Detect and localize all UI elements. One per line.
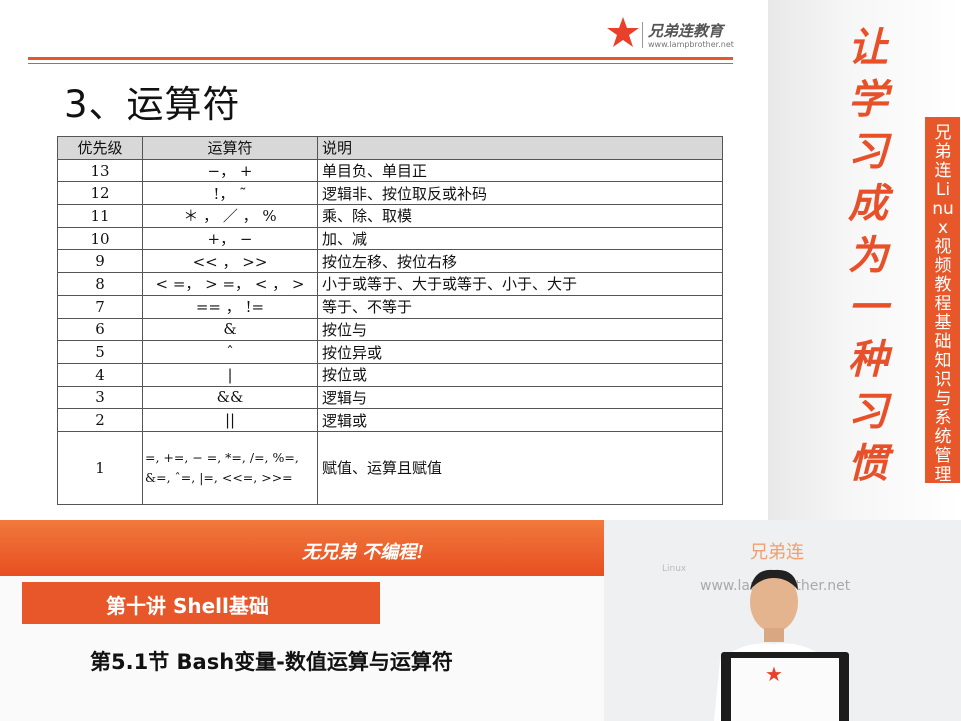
star-logo-icon [607,17,639,47]
cell-operator: == ， != [142,294,318,319]
logo-brand-name: 兄弟连教育 [648,22,724,40]
header-operator: 运算符 [142,136,318,160]
logo-separator [642,22,643,48]
cell-priority: 9 [57,249,143,274]
cell-operator: +， − [142,226,318,251]
cell-priority: 3 [57,385,143,410]
table-row: 2 || 逻辑或 [57,408,723,432]
cell-description: 按位与 [317,317,723,342]
bottom-slogan: 无兄弟 不编程! [302,542,425,563]
table-row: 5 ˆ 按位异或 [57,340,723,364]
header-description: 说明 [317,136,723,160]
cell-priority: 6 [57,317,143,342]
webcam-linux-label: Linux [662,564,687,574]
cell-operator: < =， > =， < ， > [142,272,318,296]
operator-table: 优先级 运算符 说明 13 −， + 单目负、单目正 12 !， ˜ 逻辑非、按… [57,136,723,505]
cell-priority: 7 [57,294,143,319]
lecture-label: 第十讲 Shell基础 [22,582,380,624]
cell-description: 乘、除、取模 [317,204,723,228]
cell-description: 逻辑非、按位取反或补码 [317,181,723,206]
table-row: 6 & 按位与 [57,317,723,342]
cell-description: 按位左移、按位右移 [317,249,723,274]
table-row: 11 ＊ ， ／ ， % 乘、除、取模 [57,204,723,228]
cell-description: 赋值、运算且赋值 [317,430,723,505]
cell-priority: 4 [57,362,143,387]
title-rule-thick [28,57,733,60]
cell-operator: << ， >> [142,249,318,274]
table-row: 13 −， + 单目负、单目正 [57,158,723,183]
cell-description: 按位异或 [317,340,723,364]
logo-url: www.lampbrother.net [648,40,734,49]
cell-description: 加、减 [317,226,723,251]
cell-description: 等于、不等于 [317,294,723,319]
cell-priority: 2 [57,408,143,432]
cell-operator: & [142,317,318,342]
lecture-title: 第十讲 Shell基础 [106,594,269,618]
cell-operator: && [142,385,318,410]
cell-description: 单目负、单目正 [317,158,723,183]
title-rule-thin [28,63,733,64]
table-row: 1 =, +=, − =, *=, /=, %=, &=, ˆ=, |=, <<… [57,430,723,505]
table-row: 10 +， − 加、减 [57,226,723,251]
table-row: 7 == ， != 等于、不等于 [57,294,723,319]
cell-operator: !， ˜ [142,181,318,206]
laptop-star-icon: ★ [765,662,783,686]
slide: 兄弟连教育 www.lampbrother.net 3、运算符 优先级 运算符 … [0,0,768,520]
cell-operator: | [142,362,318,387]
section-title: 第5.1节 Bash变量-数值运算与运算符 [90,650,453,674]
cell-priority: 12 [57,181,143,206]
table-row: 3 && 逻辑与 [57,385,723,410]
slide-title: 3、运算符 [64,83,241,126]
header-priority: 优先级 [57,136,143,160]
cell-description: 逻辑与 [317,385,723,410]
cell-operator: ＊ ， ／ ， % [142,204,318,228]
cell-operator: ˆ [142,340,318,364]
cell-priority: 13 [57,158,143,183]
cell-priority: 8 [57,272,143,296]
laptop-screen [731,658,839,721]
table-header-row: 优先级 运算符 说明 [57,136,723,160]
brand-logo: 兄弟连教育 www.lampbrother.net [606,16,746,56]
cell-priority: 5 [57,340,143,364]
course-banner-text: 兄弟连Linux视频教程 基础知识与系统管理 [932,123,954,485]
table-row: 12 !， ˜ 逻辑非、按位取反或补码 [57,181,723,206]
cell-description: 按位或 [317,362,723,387]
sidebar-slogan: 让学习成为一种习惯 [848,24,888,487]
cell-priority: 1 [57,430,143,505]
cell-priority: 10 [57,226,143,251]
table-row: 4 | 按位或 [57,362,723,387]
cell-operator: =, +=, − =, *=, /=, %=, &=, ˆ=, |=, <<=,… [142,430,318,505]
cell-description: 逻辑或 [317,408,723,432]
cell-operator: || [142,408,318,432]
table-row: 9 << ， >> 按位左移、按位右移 [57,249,723,274]
slogan-bar: 无兄弟 不编程! [0,520,604,576]
cell-description: 小于或等于、大于或等于、小于、大于 [317,272,723,296]
cell-priority: 11 [57,204,143,228]
laptop: ★ [721,652,849,721]
webcam-feed: 兄弟连 Linux www.lampbrother.net ★ [604,520,961,721]
table-row: 8 < =， > =， < ， > 小于或等于、大于或等于、小于、大于 [57,272,723,296]
cell-operator: −， + [142,158,318,183]
